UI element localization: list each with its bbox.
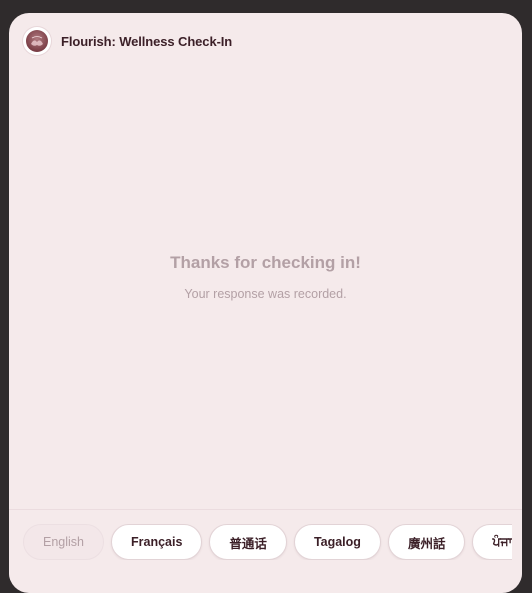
language-pill-french[interactable]: Français (111, 524, 203, 560)
header: Flourish: Wellness Check-In (23, 27, 232, 55)
language-bar: English Français 普通话 Tagalog 廣州話 ਪੰਜਾਬੀ (9, 509, 522, 580)
app-title: Flourish: Wellness Check-In (61, 33, 233, 49)
language-pill-mandarin[interactable]: 普通话 (209, 524, 287, 560)
flourish-logo-icon (26, 30, 48, 52)
confirmation-message: Thanks for checking in! Your response wa… (9, 253, 522, 301)
language-pill-tagalog[interactable]: Tagalog (293, 524, 381, 560)
language-pill-cantonese[interactable]: 廣州話 (387, 524, 466, 560)
language-pill-english[interactable]: English (23, 524, 104, 560)
response-recorded-text: Your response was recorded. (184, 287, 347, 301)
thanks-heading: Thanks for checking in! (170, 253, 361, 272)
checkin-panel: Flourish: Wellness Check-In Thanks for c… (9, 13, 522, 593)
language-pill-list: English Français 普通话 Tagalog 廣州話 ਪੰਜਾਬੀ (23, 524, 512, 560)
language-pill-punjabi[interactable]: ਪੰਜਾਬੀ (472, 524, 512, 560)
app-logo (23, 27, 51, 55)
